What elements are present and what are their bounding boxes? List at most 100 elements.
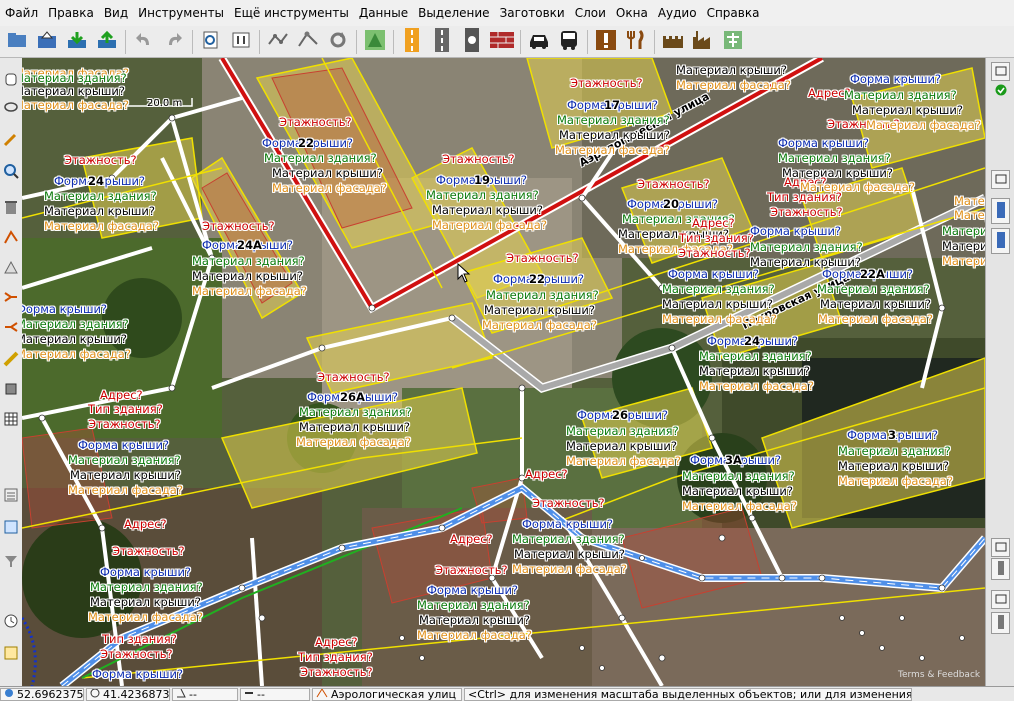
notes-panel-toggle[interactable] <box>1 644 21 664</box>
menu-edit[interactable]: Правка <box>43 6 99 20</box>
map-label-roof: Материал крыши? <box>419 613 530 627</box>
filter-panel-toggle[interactable] <box>1 552 21 572</box>
window-icon <box>995 541 1007 555</box>
menu-selection[interactable]: Выделение <box>413 6 494 20</box>
map-label-material: Материал здания? <box>68 453 181 467</box>
menu-bar: Файл Правка Вид Инструменты Ещё инструме… <box>0 0 1014 27</box>
preset-bus-button[interactable] <box>556 29 582 55</box>
extrude-tool[interactable] <box>1 380 21 400</box>
globe-icon <box>4 688 14 700</box>
open-location-button[interactable] <box>34 29 60 55</box>
zoom-tool[interactable] <box>1 162 21 182</box>
distance-value: -- <box>257 687 265 701</box>
side-panel-toggle[interactable] <box>1 486 21 506</box>
map-label-type: Тип здания? <box>88 402 163 416</box>
preset-hazard-button[interactable] <box>593 29 619 55</box>
map-label-roof: Материал крыши? <box>484 303 595 317</box>
map-label-material: Материал здания? <box>942 224 985 238</box>
map-label-address: Адрес? <box>124 517 167 531</box>
preset-road-button[interactable] <box>399 28 425 55</box>
menu-tools[interactable]: Инструменты <box>133 6 229 20</box>
menu-audio[interactable]: Аудио <box>653 6 702 20</box>
layer-visibility-toggle[interactable] <box>991 198 1010 224</box>
map-label-roof: Материал крыши? <box>852 103 963 117</box>
preset-car-button[interactable] <box>526 29 552 55</box>
upload-button[interactable] <box>94 29 120 55</box>
map-label-roof-shape: Форма крыши? <box>778 136 870 150</box>
refresh-icon <box>328 30 348 53</box>
menu-more-tools[interactable]: Ещё инструменты <box>229 6 354 20</box>
imagery-button[interactable] <box>362 29 388 55</box>
grid-icon <box>3 411 19 430</box>
map-label-facade: Материал фасада? <box>22 98 129 112</box>
map-view[interactable]: 20.0 m Аэрологическая улица Покровская у… <box>22 58 985 686</box>
map-label-material: Материал здания? <box>838 444 951 458</box>
panel-toggle-button[interactable] <box>991 590 1010 609</box>
refresh-button[interactable] <box>325 29 351 55</box>
panel-toggle-button[interactable] <box>991 170 1010 189</box>
lasso-icon <box>3 101 19 120</box>
tag-panel-toggle[interactable] <box>1 518 21 538</box>
split-tool[interactable] <box>1 288 21 308</box>
grid-tool[interactable] <box>1 410 21 430</box>
menu-layers[interactable]: Слои <box>570 6 611 20</box>
preset-track-button[interactable] <box>429 28 455 55</box>
preset-power-button[interactable] <box>720 29 746 55</box>
map-label-facade: Материал фасада? <box>44 219 159 233</box>
menu-presets[interactable]: Заготовки <box>495 6 570 20</box>
map-label-facade: Материал фасада? <box>22 347 131 361</box>
track-icon <box>435 28 449 55</box>
layers-icon <box>995 201 1007 222</box>
preset-castle-button[interactable] <box>660 29 686 55</box>
open-file-button[interactable] <box>4 29 30 55</box>
map-label-facade: Материал фасада? <box>192 284 307 298</box>
window-icon <box>995 65 1007 79</box>
map-label-floors: Этажность? <box>88 417 161 431</box>
select-tool[interactable] <box>1 70 21 90</box>
area-tool[interactable] <box>1 258 21 278</box>
panel-toggle-button[interactable] <box>991 538 1010 557</box>
lasso-tool[interactable] <box>1 100 21 120</box>
scroll-handle[interactable] <box>991 612 1010 634</box>
longitude-readout: 41.4236873 <box>86 687 170 701</box>
map-label-material: Материал здания? <box>844 88 957 102</box>
download-button[interactable] <box>64 29 90 55</box>
tag-icon <box>3 519 19 538</box>
draw-tool[interactable] <box>1 130 21 150</box>
panel-minimize-button[interactable] <box>991 62 1010 81</box>
map-label-material: Материал здания? <box>486 288 599 302</box>
preset-wall-button[interactable] <box>489 29 515 55</box>
menu-file[interactable]: Файл <box>0 6 43 20</box>
preset-industrial-button[interactable] <box>690 29 716 55</box>
map-label-floors: Этажность? <box>279 115 352 129</box>
scroll-handle[interactable] <box>991 558 1010 580</box>
settings-button[interactable] <box>228 29 254 55</box>
attribution-link[interactable]: Terms & Feedback <box>898 670 980 680</box>
menu-data[interactable]: Данные <box>354 6 413 20</box>
map-label-floors: Этажность? <box>100 647 173 661</box>
wireframe-button[interactable] <box>265 29 291 55</box>
preset-crossing-button[interactable] <box>459 28 485 55</box>
magnifier-icon <box>3 163 19 182</box>
layers-icon <box>995 231 1007 252</box>
layer-order-toggle[interactable] <box>991 228 1010 254</box>
measure-tool[interactable] <box>1 350 21 370</box>
redo-button[interactable] <box>161 29 187 55</box>
map-label-floors: Этажность? <box>435 563 508 577</box>
map-label-facade: Материал фасада? <box>954 208 985 222</box>
menu-windows[interactable]: Окна <box>611 6 653 20</box>
ruler-icon <box>3 351 19 370</box>
map-label-type: Тип здания? <box>102 632 177 646</box>
draw-nodes-button[interactable] <box>295 29 321 55</box>
way-tool[interactable] <box>1 228 21 248</box>
undo-button[interactable] <box>131 29 157 55</box>
preferences-button[interactable] <box>198 29 224 55</box>
history-panel-toggle[interactable] <box>1 612 21 632</box>
delete-tool[interactable] <box>1 198 21 218</box>
map-label-roof: Материал крыши? <box>432 203 543 217</box>
combine-tool[interactable] <box>1 318 21 338</box>
menu-help[interactable]: Справка <box>702 6 765 20</box>
hand-icon <box>3 71 19 90</box>
preset-food-button[interactable] <box>623 29 649 55</box>
menu-view[interactable]: Вид <box>99 6 133 20</box>
